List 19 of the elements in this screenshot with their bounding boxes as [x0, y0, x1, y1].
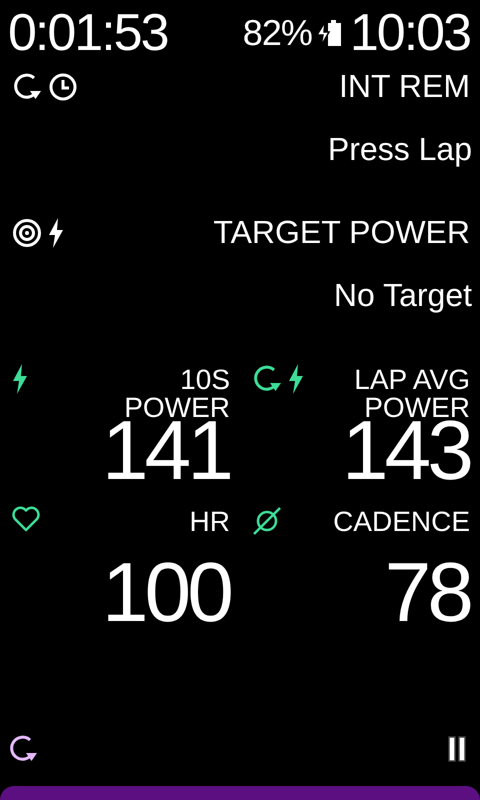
- lightning-icon: [12, 364, 28, 394]
- clock-time: 10:03: [350, 3, 470, 63]
- metric-value: 100: [100, 550, 230, 634]
- target-value: No Target: [334, 277, 472, 314]
- metric-label: CADENCE: [333, 505, 470, 536]
- target-label: TARGET POWER: [213, 214, 470, 251]
- lightning-icon: [288, 364, 304, 394]
- elapsed-timer: 0:01:53: [8, 3, 168, 63]
- lightning-icon: [48, 218, 64, 248]
- lap-icon: [12, 72, 42, 102]
- target-icon: [12, 218, 42, 248]
- interval-value: Press Lap: [328, 131, 472, 168]
- heart-icon: [12, 506, 40, 532]
- timer-icon: [48, 72, 78, 102]
- metric-value: 78: [384, 550, 470, 634]
- cadence-icon: [252, 506, 282, 536]
- battery-percent: 82%: [242, 12, 312, 54]
- metric-label: HR: [190, 505, 230, 536]
- interval-label: INT REM: [339, 68, 470, 105]
